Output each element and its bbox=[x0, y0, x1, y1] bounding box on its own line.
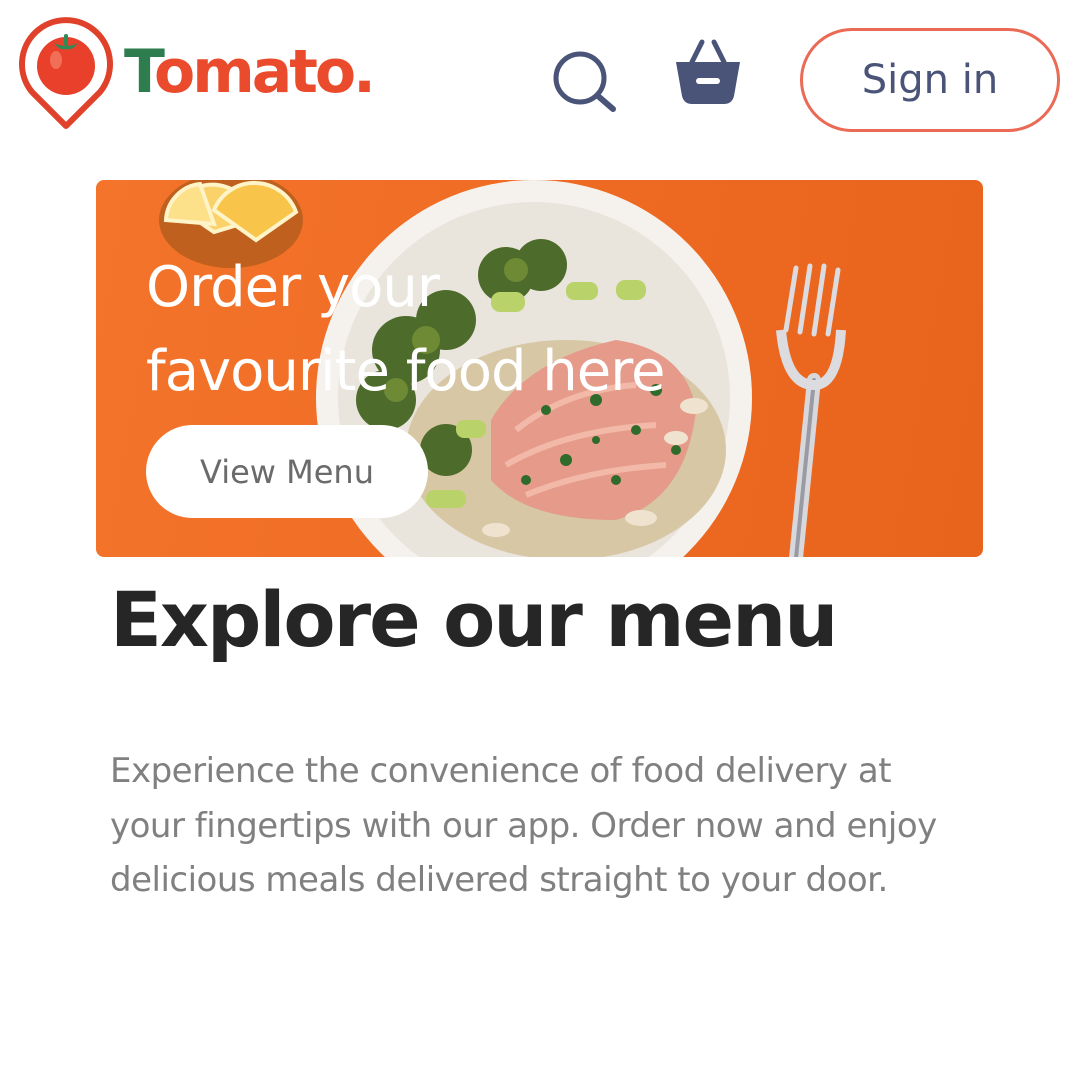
explore-menu-description: Experience the convenience of food deliv… bbox=[110, 751, 937, 900]
search-icon bbox=[553, 51, 616, 112]
explore-menu-heading: Explore our menu bbox=[110, 575, 838, 664]
basket-button[interactable] bbox=[674, 38, 742, 108]
view-menu-button[interactable]: View Menu bbox=[146, 425, 428, 518]
logo-letter-t: T bbox=[124, 37, 157, 107]
search-button[interactable] bbox=[550, 48, 620, 114]
hero-banner: Order your favourite food here View Menu bbox=[96, 180, 983, 557]
logo-text-rest: omato. bbox=[153, 37, 376, 107]
sign-in-button[interactable]: Sign in bbox=[800, 28, 1060, 132]
brand-logo-text[interactable]: Tomato. bbox=[124, 36, 376, 108]
hero-title: Order your favourite food here bbox=[146, 246, 786, 414]
fork-icon bbox=[776, 263, 846, 557]
basket-icon bbox=[676, 39, 740, 104]
tomato-pin-logo-icon[interactable] bbox=[18, 16, 114, 130]
hero-title-line-2: favourite food here bbox=[146, 339, 666, 404]
hero-title-line-1: Order your bbox=[146, 255, 440, 320]
